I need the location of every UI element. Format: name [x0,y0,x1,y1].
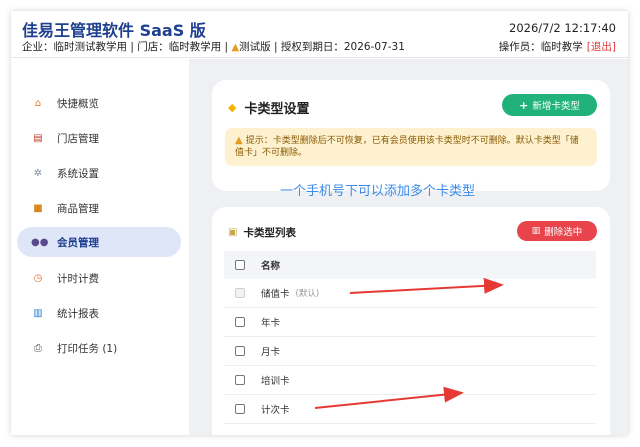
table-row: 储值卡 (默认) [224,279,596,308]
card-type-name: 年卡 [261,318,281,329]
home-icon: ⌂ [34,97,42,109]
sidebar-item-label: 快捷概览 [57,97,99,110]
plus-icon: + [519,98,529,112]
timer-icon: ◷ [33,272,43,284]
card-type-table: 名称 储值卡 (默认) 年卡 月卡 培训卡 计次卡 [224,251,596,424]
add-card-type-label: 新增卡类型 [532,101,580,112]
warning-icon: ▲ [235,135,243,146]
gear-icon: ✲ [33,167,43,179]
app-title: 佳易王管理软件 SaaS 版 [22,21,206,40]
row-checkbox[interactable] [235,375,245,385]
sidebar-item-timing[interactable]: ◷ 计时计费 [17,263,181,293]
operator-info: 操作员：临时教学 [退出] [499,39,616,54]
sidebar-item-print-tasks[interactable]: ⎙ 打印任务 (1) [17,333,181,363]
sidebar-item-label: 商品管理 [57,202,99,215]
row-checkbox[interactable] [235,404,245,414]
sidebar-item-settings[interactable]: ✲ 系统设置 [17,158,181,188]
card-settings-title: ◆ 卡类型设置 [228,98,309,117]
card-type-list-card: ▣ 卡类型列表 ▥ 删除选中 名称 储值卡 (默认) 年卡 月卡 培训卡 计次卡 [212,207,610,435]
tenant-info-prefix: 企业：临时测试教学用 | 门店：临时教学用 | [22,41,232,53]
chart-icon: ▥ [33,307,43,319]
tenant-info: 企业：临时测试教学用 | 门店：临时教学用 | ▲测试版 | 授权到期日：202… [22,39,405,54]
row-checkbox[interactable] [235,317,245,327]
sidebar-item-members[interactable]: ●● 会员管理 [17,227,181,257]
column-header-name: 名称 [261,261,281,272]
card-list-title-text: 卡类型列表 [243,227,296,239]
row-checkbox[interactable] [235,346,245,356]
trash-icon: ▥ [531,226,541,236]
card-type-name: 储值卡 [261,289,290,300]
printer-icon: ⎙ [34,342,42,354]
card-type-settings-card: ◆ 卡类型设置 + 新增卡类型 ▲ 提示：卡类型删除后不可恢复，已有会员使用该卡类… [212,80,610,191]
card-settings-title-text: 卡类型设置 [244,102,310,117]
delete-notice-text: 提示：卡类型删除后不可恢复，已有会员使用该卡类型时不可删除。默认卡类型「储值卡」… [235,136,579,158]
logout-link[interactable]: [退出] [587,41,616,53]
clipboard-icon: ▣ [228,227,238,238]
app-window: 佳易王管理软件 SaaS 版 企业：临时测试教学用 | 门店：临时教学用 | ▲… [11,11,628,435]
store-icon: ▤ [33,132,43,144]
top-header: 佳易王管理软件 SaaS 版 企业：临时测试教学用 | 门店：临时教学用 | ▲… [11,11,628,58]
default-tag: (默认) [295,289,320,299]
annotation-text: 一个手机号下可以添加多个卡类型 [280,184,476,199]
table-row: 计次卡 [224,395,596,424]
operator-name: 操作员：临时教学 [498,41,583,53]
main-content: ◆ 卡类型设置 + 新增卡类型 ▲ 提示：卡类型删除后不可恢复，已有会员使用该卡类… [189,59,628,435]
table-row: 月卡 [224,337,596,366]
sidebar-item-label: 门店管理 [57,132,99,145]
add-card-type-button[interactable]: + 新增卡类型 [502,94,597,116]
table-row: 培训卡 [224,366,596,395]
box-icon: ■ [33,202,43,214]
sidebar-item-label: 统计报表 [57,307,99,320]
card-type-name: 月卡 [261,347,281,358]
row-checkbox [235,288,245,298]
license-expiry: | 授权到期日：2026-07-31 [270,41,405,53]
sidebar-item-label: 系统设置 [57,167,99,180]
table-header: 名称 [224,251,596,279]
warning-icon: ▲ [231,42,240,53]
delete-notice: ▲ 提示：卡类型删除后不可恢复，已有会员使用该卡类型时不可删除。默认卡类型「储值卡… [225,128,597,166]
sidebar-item-label: 打印任务 (1) [57,342,118,355]
current-datetime: 2026/7/2 12:17:40 [509,21,616,35]
delete-selected-button[interactable]: ▥ 删除选中 [517,221,597,241]
select-all-checkbox[interactable] [235,260,245,270]
sidebar-item-store[interactable]: ▤ 门店管理 [17,123,181,153]
sidebar-item-label: 计时计费 [57,272,99,285]
sidebar-item-overview[interactable]: ⌂ 快捷概览 [17,88,181,118]
sidebar-item-label: 会员管理 [57,236,99,249]
sidebar: ⌂ 快捷概览 ▤ 门店管理 ✲ 系统设置 ■ 商品管理 ●● 会员管理 ◷ 计时… [11,59,189,435]
sidebar-item-products[interactable]: ■ 商品管理 [17,193,181,223]
trial-label: 测试版 [239,41,271,53]
card-type-name: 计次卡 [261,405,290,416]
table-row: 年卡 [224,308,596,337]
sidebar-item-reports[interactable]: ▥ 统计报表 [17,298,181,328]
delete-selected-label: 删除选中 [544,227,583,238]
card-list-title: ▣ 卡类型列表 [228,225,296,240]
card-type-name: 培训卡 [261,376,290,387]
users-icon: ●● [31,236,49,248]
tag-icon: ◆ [228,101,237,114]
